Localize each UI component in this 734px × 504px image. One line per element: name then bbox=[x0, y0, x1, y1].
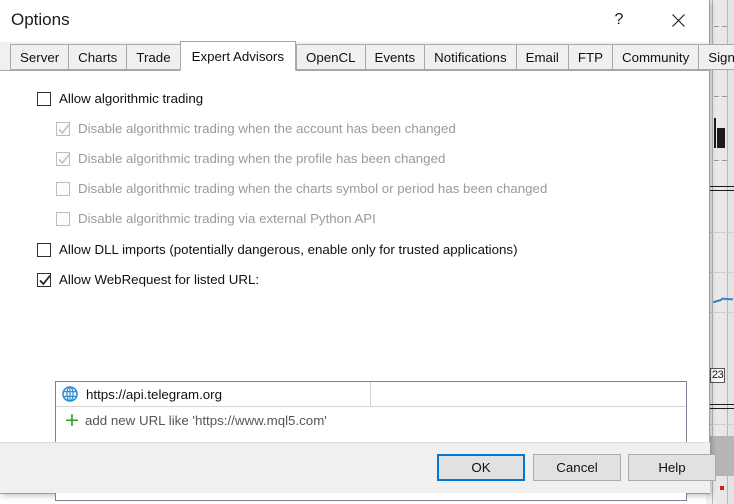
checkbox-input bbox=[56, 122, 70, 136]
tab-expert-advisors[interactable]: Expert Advisors bbox=[179, 41, 296, 71]
add-url-row[interactable]: + add new URL like 'https://www.mql5.com… bbox=[56, 407, 686, 433]
cancel-button[interactable]: Cancel bbox=[533, 454, 621, 481]
expert-advisors-panel: Allow algorithmic trading Disable algori… bbox=[0, 71, 709, 501]
options-dialog: Options ? Server Charts Trade Expert Adviso… bbox=[0, 0, 734, 501]
checkbox-label: Disable algorithmic trading when the pro… bbox=[78, 151, 446, 166]
title-bar: Options ? bbox=[0, 0, 709, 42]
tab-ftp[interactable]: FTP bbox=[567, 44, 612, 70]
chart-marker-dot bbox=[720, 486, 724, 490]
ok-button[interactable]: OK bbox=[437, 454, 525, 481]
tab-email[interactable]: Email bbox=[515, 44, 568, 70]
url-value: https://api.telegram.org bbox=[86, 386, 222, 402]
checkbox-row-allow-webrequest[interactable]: Allow WebRequest for listed URL: bbox=[37, 272, 259, 288]
dialog-footer: OK Cancel Help bbox=[0, 442, 716, 493]
checkbox-label: Allow algorithmic trading bbox=[59, 91, 204, 106]
checkbox-label: Allow DLL imports (potentially dangerous… bbox=[59, 242, 518, 257]
chart-price-label: 23 bbox=[710, 368, 726, 383]
checkbox-input bbox=[56, 152, 70, 166]
help-button[interactable]: Help bbox=[628, 454, 716, 481]
checkbox-row-disable-on-chart-symbol-changed: Disable algorithmic trading when the cha… bbox=[56, 181, 547, 197]
add-url-hint: add new URL like 'https://www.mql5.com' bbox=[85, 412, 327, 428]
tab-community[interactable]: Community bbox=[611, 44, 699, 70]
globe-icon bbox=[62, 386, 78, 402]
plus-icon[interactable]: + bbox=[64, 411, 80, 430]
page-title: Options bbox=[11, 10, 70, 29]
checkbox-input bbox=[56, 212, 70, 226]
checkbox-input[interactable] bbox=[37, 273, 51, 287]
close-icon[interactable] bbox=[655, 0, 701, 40]
tab-signals[interactable]: Signals bbox=[698, 44, 734, 70]
tab-events[interactable]: Events bbox=[364, 44, 425, 70]
checkbox-input bbox=[56, 182, 70, 196]
tab-trade[interactable]: Trade bbox=[126, 44, 180, 70]
tab-list: Server Charts Trade Expert Advisors OpenCL Ev… bbox=[10, 41, 734, 71]
background-chart: 23 bbox=[706, 0, 734, 504]
help-icon[interactable]: ? bbox=[596, 0, 642, 40]
checkbox-row-allow-algorithmic-trading[interactable]: Allow algorithmic trading bbox=[37, 91, 203, 107]
checkbox-input[interactable] bbox=[37, 243, 51, 257]
url-list-row[interactable]: https://api.telegram.org bbox=[56, 382, 686, 407]
checkbox-input[interactable] bbox=[37, 92, 51, 106]
checkbox-label: Allow WebRequest for listed URL: bbox=[59, 272, 260, 287]
checkbox-row-allow-dll-imports[interactable]: Allow DLL imports (potentially dangerous… bbox=[37, 242, 518, 258]
checkbox-label: Disable algorithmic trading when the cha… bbox=[78, 181, 548, 196]
checkbox-label: Disable algorithmic trading via external… bbox=[78, 211, 376, 226]
checkbox-label: Disable algorithmic trading when the acc… bbox=[78, 121, 456, 136]
tab-server[interactable]: Server bbox=[10, 44, 69, 70]
checkbox-row-disable-python-api: Disable algorithmic trading via external… bbox=[56, 211, 376, 227]
tab-strip: Server Charts Trade Expert Advisors OpenCL Ev… bbox=[0, 41, 734, 71]
tab-charts[interactable]: Charts bbox=[68, 44, 127, 70]
checkbox-row-disable-on-account-changed: Disable algorithmic trading when the acc… bbox=[56, 121, 456, 137]
checkbox-row-disable-on-profile-changed: Disable algorithmic trading when the pro… bbox=[56, 151, 445, 167]
tab-opencl[interactable]: OpenCL bbox=[295, 44, 365, 70]
column-separator bbox=[370, 382, 371, 406]
tab-notifications[interactable]: Notifications bbox=[424, 44, 516, 70]
